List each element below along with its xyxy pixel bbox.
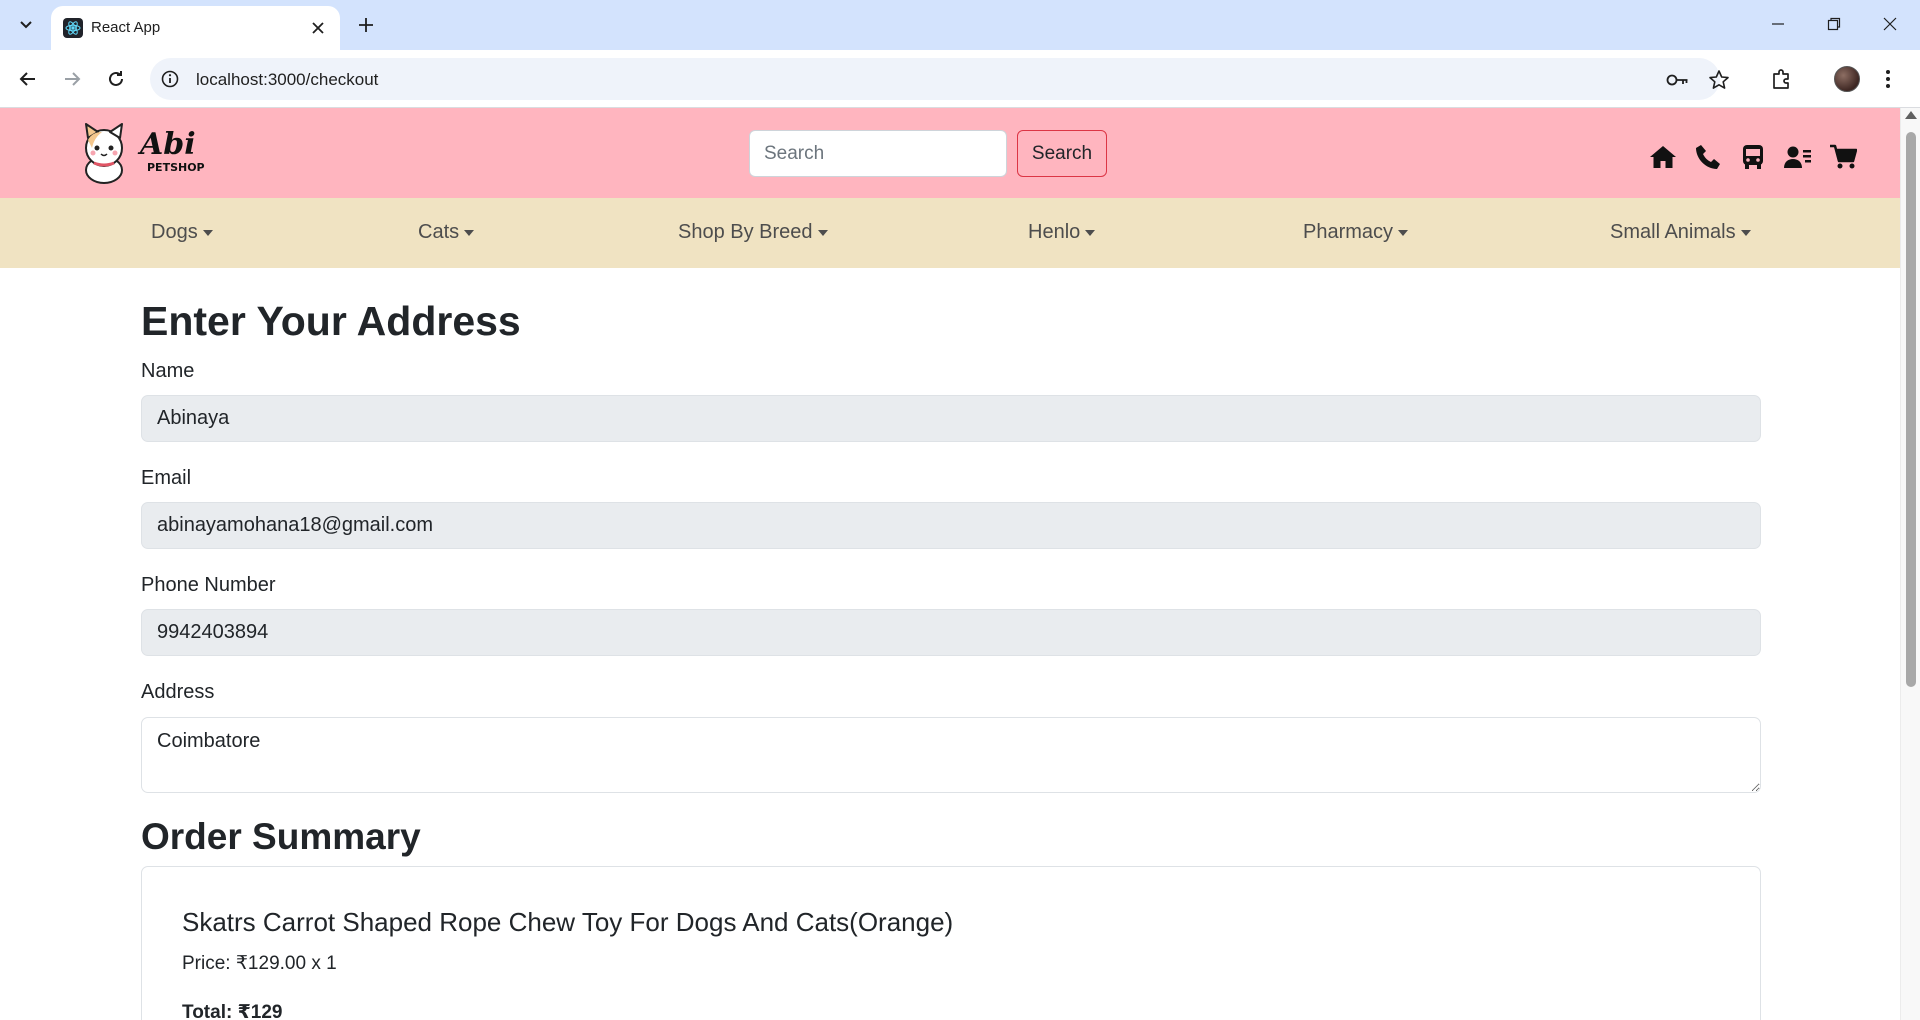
new-tab-plus-icon[interactable] [352, 11, 380, 39]
nav-item-label: Cats [418, 221, 460, 243]
browser-toolbar: localhost:3000/checkout [0, 50, 1920, 108]
site-logo[interactable]: Abi PETSHOP [72, 120, 212, 186]
browser-tabstrip: React App [0, 0, 1920, 50]
email-field[interactable] [141, 502, 1761, 549]
reload-icon[interactable] [100, 63, 132, 95]
tab-title: React App [91, 19, 161, 36]
order-summary-card: Skatrs Carrot Shaped Rope Chew Toy For D… [141, 866, 1761, 1020]
caret-down-icon [1740, 229, 1751, 236]
phone-label: Phone Number [141, 574, 276, 596]
scrollbar-thumb[interactable] [1906, 132, 1916, 687]
extensions-puzzle-icon[interactable] [1768, 65, 1796, 93]
order-summary-heading: Order Summary [141, 816, 421, 857]
tab-close-icon[interactable] [306, 16, 330, 40]
nav-item-label: Dogs [151, 221, 198, 243]
cart-icon[interactable] [1829, 144, 1857, 170]
email-label: Email [141, 467, 192, 489]
nav-item-shop-by-breed[interactable]: Shop By Breed [678, 221, 828, 244]
caret-down-icon [1398, 229, 1409, 236]
scroll-up-arrow-icon[interactable] [1905, 111, 1917, 119]
password-key-icon[interactable] [1665, 69, 1688, 91]
nav-item-dogs[interactable]: Dogs [151, 221, 213, 244]
nav-item-label: Pharmacy [1303, 221, 1394, 243]
caret-down-icon [817, 229, 828, 236]
restore-icon[interactable] [1814, 8, 1854, 40]
nav-item-henlo[interactable]: Henlo [1028, 221, 1096, 244]
site-header: Abi PETSHOP Search [0, 108, 1900, 198]
logo-subtext: PETSHOP [147, 161, 205, 174]
nav-item-pharmacy[interactable]: Pharmacy [1303, 221, 1409, 244]
order-item-name: Skatrs Carrot Shaped Rope Chew Toy For D… [182, 907, 954, 937]
order-item-price: Price: ₹129.00 x 1 [182, 953, 337, 974]
page-scrollbar[interactable] [1900, 108, 1920, 1020]
bookmark-star-icon[interactable] [1708, 69, 1730, 91]
address-label: Address [141, 681, 215, 703]
contact-list-icon[interactable] [1784, 144, 1812, 170]
forward-arrow-icon[interactable] [56, 63, 88, 95]
name-field[interactable] [141, 395, 1761, 442]
nav-item-label: Henlo [1028, 221, 1081, 243]
back-arrow-icon[interactable] [12, 63, 44, 95]
address-bar[interactable]: localhost:3000/checkout [150, 58, 1729, 100]
address-textarea[interactable]: Coimbatore [141, 717, 1761, 793]
url-text: localhost:3000/checkout [196, 70, 379, 89]
site-info-icon[interactable] [160, 69, 180, 89]
order-total: Total: ₹129 [182, 1002, 283, 1020]
name-label: Name [141, 360, 195, 382]
nav-item-label: Shop By Breed [678, 221, 813, 243]
browser-menu-icon[interactable] [1874, 65, 1902, 93]
logo-script-text: Abi [137, 127, 196, 162]
caret-down-icon [202, 229, 213, 236]
window-close-icon[interactable] [1870, 8, 1910, 40]
home-icon[interactable] [1649, 144, 1677, 170]
caret-down-icon [464, 229, 475, 236]
react-logo-icon [63, 18, 83, 38]
caret-down-icon [1085, 229, 1096, 236]
profile-avatar[interactable] [1834, 66, 1860, 92]
browser-tab[interactable]: React App [51, 6, 340, 50]
phone-field[interactable] [141, 609, 1761, 656]
phone-icon[interactable] [1694, 144, 1722, 170]
address-heading: Enter Your Address [141, 298, 521, 344]
nav-item-label: Small Animals [1610, 221, 1736, 243]
search-button[interactable]: Search [1017, 130, 1107, 177]
nav-item-cats[interactable]: Cats [418, 221, 475, 244]
tab-search-chevron-icon[interactable] [12, 10, 40, 38]
category-nav: Dogs Cats Shop By Breed Henlo Pharmacy S… [0, 198, 1900, 268]
bus-icon[interactable] [1739, 144, 1767, 170]
minimize-icon[interactable] [1758, 8, 1798, 40]
search-input[interactable] [749, 130, 1007, 177]
nav-item-small-animals[interactable]: Small Animals [1610, 221, 1751, 244]
